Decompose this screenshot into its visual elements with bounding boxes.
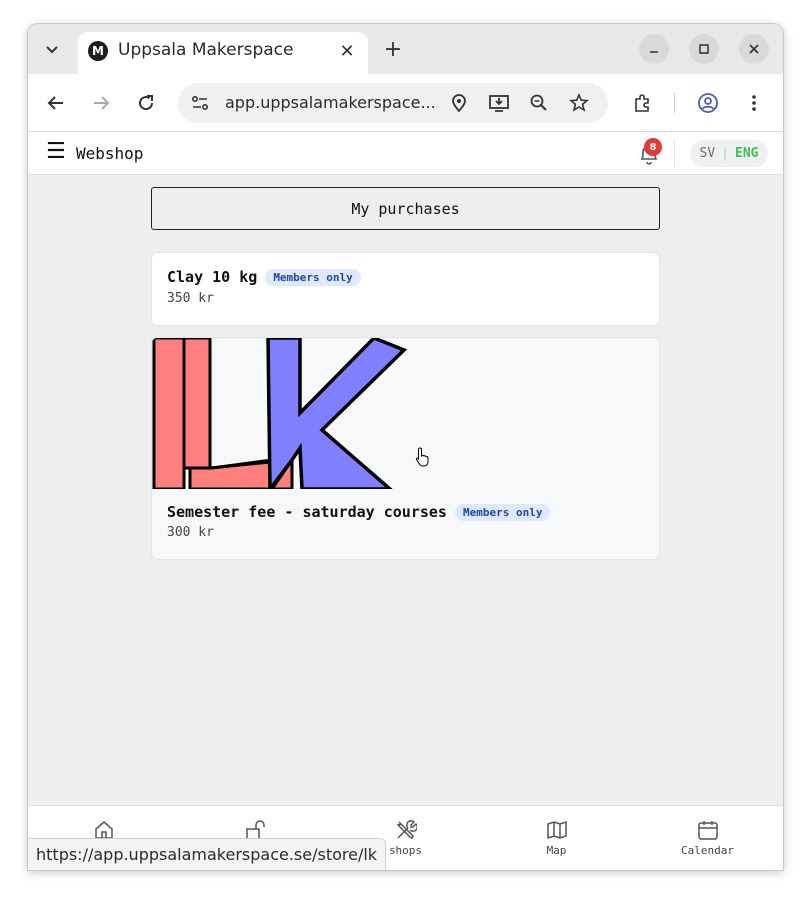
minimize-icon[interactable] [639,34,669,64]
notification-badge: 8 [644,138,662,156]
nav-label: Calendar [681,844,734,857]
map-icon [546,820,567,840]
site-favicon-icon: M [88,41,108,61]
nav-label: Map [546,844,567,857]
nav-label: shops [388,844,423,857]
app-header: ☰ Webshop 8 SV | ENG [28,132,783,175]
browser-window: M Uppsala Makerspace ✕ + app.uppsalamake… [28,24,783,870]
hand-cursor-icon [415,447,429,467]
product-name: Semester fee - saturday courses [167,503,447,521]
profile-icon[interactable] [696,91,720,115]
members-only-badge: Members only [265,268,361,286]
extensions-icon[interactable] [630,91,654,115]
browser-menu-icon[interactable] [742,91,766,115]
product-price: 300 kr [167,525,214,540]
product-title-row: Clay 10 kg Members only [167,268,361,286]
link-status-bar: https://app.uppsalamakerspace.se/store/l… [28,838,387,870]
zoom-icon[interactable] [527,91,551,115]
maximize-icon[interactable] [689,34,719,64]
tools-icon [396,820,417,840]
reload-icon[interactable] [134,91,158,115]
hamburger-menu-icon[interactable]: ☰ [46,141,66,163]
lang-divider: | [721,146,729,161]
favicon-letter: M [92,44,104,58]
header-divider [674,140,675,167]
language-switcher[interactable]: SV | ENG [690,140,768,167]
toolbar-divider [674,93,675,113]
tab-strip: M Uppsala Makerspace ✕ + [28,24,783,74]
product-price: 350 kr [167,291,214,306]
product-name: Clay 10 kg [167,268,258,286]
lk-logo-image [152,338,659,495]
forward-arrow-icon[interactable] [89,91,113,115]
calendar-icon [697,821,718,840]
product-card[interactable]: Semester fee - saturday courses Members … [151,337,660,560]
tab-search-chevron-icon[interactable] [40,38,64,62]
back-arrow-icon[interactable] [44,91,68,115]
lang-eng[interactable]: ENG [735,146,758,161]
page-content: ☰ Webshop 8 SV | ENG My purchases Clay 1… [28,132,783,870]
lang-sv[interactable]: SV [700,146,716,161]
bookmark-star-icon[interactable] [567,91,591,115]
site-info-icon[interactable] [190,93,210,113]
location-pin-icon[interactable] [447,91,471,115]
new-tab-icon[interactable]: + [380,36,406,62]
close-window-icon[interactable] [739,34,769,64]
browser-tab[interactable]: M Uppsala Makerspace ✕ [78,32,368,74]
product-card[interactable]: Clay 10 kg Members only 350 kr [151,252,660,326]
nav-item-calendar[interactable]: Calendar [632,806,783,870]
url-text: app.uppsalamakerspace... [225,93,436,112]
close-tab-icon[interactable]: ✕ [336,40,358,62]
tab-title: Uppsala Makerspace [118,40,294,60]
page-title: Webshop [76,144,144,163]
my-purchases-button[interactable]: My purchases [151,187,660,230]
install-app-icon[interactable] [487,91,511,115]
browser-toolbar: app.uppsalamakerspace... [28,74,783,132]
nav-item-map[interactable]: Map [481,806,632,870]
product-title-row: Semester fee - saturday courses Members … [167,503,551,521]
members-only-badge: Members only [454,503,551,521]
product-image [152,338,659,495]
